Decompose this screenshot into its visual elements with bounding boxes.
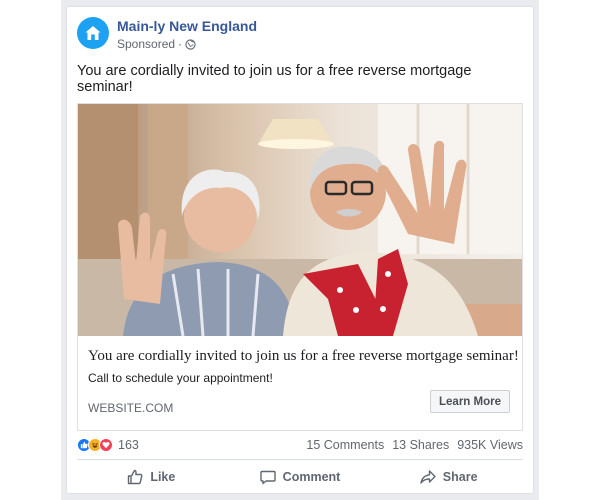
share-button[interactable]: Share (374, 461, 523, 493)
views-count: 935K Views (457, 438, 523, 452)
actions-divider (77, 459, 523, 460)
comments-count[interactable]: 15 Comments (306, 438, 384, 452)
thumbs-up-icon (128, 469, 143, 485)
globe-icon (185, 38, 196, 50)
like-button[interactable]: Like (77, 461, 226, 493)
link-domain: WEBSITE.COM (88, 401, 174, 415)
seniors-waving-photo[interactable] (78, 104, 522, 336)
engagement-stats: 163 15 Comments 13 Shares 935K Views (77, 433, 523, 457)
page-name-link[interactable]: Main-ly New England (117, 18, 257, 34)
link-attachment[interactable]: You are cordially invited to join us for… (77, 103, 523, 431)
sponsored-line: Sponsored · (117, 37, 196, 51)
reactions-summary[interactable]: 163 (77, 438, 139, 452)
link-preview-info[interactable]: You are cordially invited to join us for… (78, 336, 522, 430)
sponsored-post-card: Main-ly New England Sponsored · You are … (66, 6, 534, 494)
stats-right-group: 15 Comments 13 Shares 935K Views (306, 438, 523, 452)
comment-label: Comment (282, 470, 341, 484)
like-label: Like (150, 470, 176, 484)
share-arrow-icon (420, 470, 436, 484)
learn-more-button[interactable]: Learn More (430, 390, 510, 413)
shares-count[interactable]: 13 Shares (392, 438, 449, 452)
link-description: Call to schedule your appointment! (88, 371, 273, 385)
love-reaction-icon (99, 438, 113, 452)
sponsored-separator: · (178, 37, 183, 51)
share-label: Share (442, 470, 478, 484)
post-actions-bar: Like Comment Share (77, 461, 523, 493)
ad-photo-illustration (78, 104, 522, 336)
sponsored-label[interactable]: Sponsored (117, 37, 175, 51)
page-margin-right (539, 0, 600, 500)
reaction-count[interactable]: 163 (118, 438, 139, 452)
comment-bubble-icon (259, 470, 276, 485)
link-headline[interactable]: You are cordially invited to join us for… (88, 348, 519, 365)
post-text: You are cordially invited to join us for… (77, 63, 472, 95)
house-icon (85, 26, 101, 40)
comment-button[interactable]: Comment (226, 461, 375, 493)
page-avatar[interactable] (77, 17, 109, 49)
page-margin-left (0, 0, 61, 500)
